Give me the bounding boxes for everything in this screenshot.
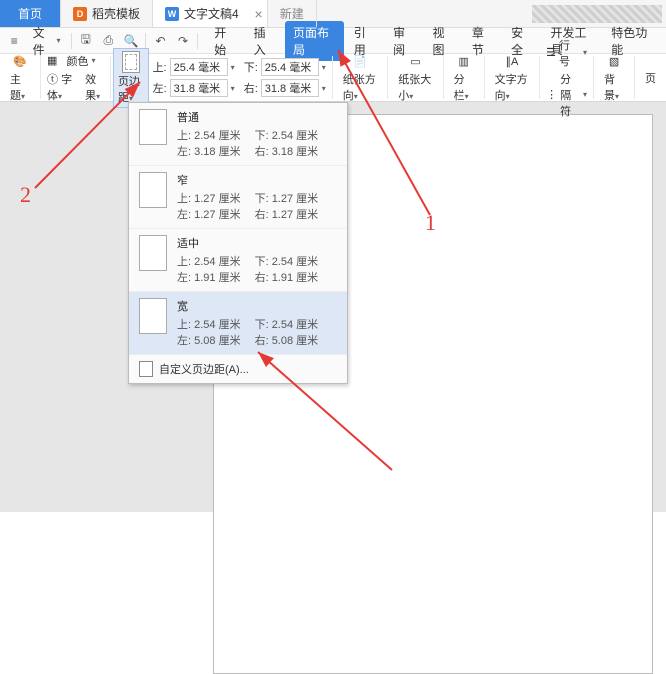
annotation-number-2: 2 bbox=[20, 182, 31, 208]
text-direction-button[interactable]: ∥A文字方向▾ bbox=[491, 50, 533, 105]
orientation-icon: 📄 bbox=[350, 52, 370, 70]
tab-docke[interactable]: D 稻壳模板 bbox=[61, 0, 153, 27]
margin-option-normal[interactable]: 普通 上: 2.54 厘米下: 2.54 厘米 左: 3.18 厘米右: 3.1… bbox=[129, 103, 347, 166]
page-icon bbox=[122, 51, 140, 73]
preset-thumb-icon bbox=[139, 235, 167, 271]
preset-thumb-icon bbox=[139, 172, 167, 208]
margin-top-label: 上: bbox=[153, 59, 167, 75]
margin-bottom-label: 下: bbox=[244, 59, 258, 75]
margin-option-moderate[interactable]: 适中 上: 2.54 厘米下: 2.54 厘米 左: 1.91 厘米右: 1.9… bbox=[129, 229, 347, 292]
paper-size-button[interactable]: ▭纸张大小▾ bbox=[394, 50, 436, 105]
group-textdir: ∥A文字方向▾ bbox=[485, 56, 540, 99]
tab-home[interactable]: 首页 bbox=[0, 0, 61, 27]
preset-thumb-icon bbox=[139, 298, 167, 334]
group-orientation: 📄纸张方向▾ bbox=[333, 56, 388, 99]
margin-option-narrow[interactable]: 窄 上: 1.27 厘米下: 1.27 厘米 左: 1.27 厘米右: 1.27… bbox=[129, 166, 347, 229]
orientation-button[interactable]: 📄纸张方向▾ bbox=[339, 50, 381, 105]
bg-icon: ▧ bbox=[604, 52, 624, 70]
margin-dropdown: 普通 上: 2.54 厘米下: 2.54 厘米 左: 3.18 厘米右: 3.1… bbox=[128, 102, 348, 384]
preset-thumb-icon bbox=[139, 109, 167, 145]
paper-icon: ▭ bbox=[405, 52, 425, 70]
color-swatch-icon: ▦ bbox=[47, 54, 57, 67]
effect-button[interactable]: 效果▾ bbox=[85, 71, 104, 103]
background-button[interactable]: ▧背景▾ bbox=[600, 50, 628, 105]
annotation-number-1: 1 bbox=[425, 210, 436, 236]
group-columns: ▥分栏▾ bbox=[444, 56, 485, 99]
page-setup-icon bbox=[139, 361, 153, 377]
group-margin-values: 上: 25.4 毫米▾ 下: 25.4 毫米▾ 左: 31.8 毫米▾ 右: 3… bbox=[151, 56, 333, 99]
margin-left-label: 左: bbox=[153, 80, 167, 96]
word-icon: W bbox=[165, 7, 179, 21]
margin-bottom-input[interactable]: 25.4 毫米 bbox=[261, 58, 319, 76]
group-theme: 🎨 主题▾ bbox=[0, 56, 41, 99]
palette-icon: 🎨 bbox=[10, 52, 30, 70]
font-button[interactable]: ⓣ 字体▾ bbox=[47, 71, 76, 103]
save-icon[interactable]: 🖫 bbox=[75, 31, 96, 51]
group-margin: 页边距▾ bbox=[111, 56, 151, 99]
group-pg: 页 bbox=[635, 56, 666, 99]
columns-button[interactable]: ▥分栏▾ bbox=[450, 50, 478, 105]
color-button[interactable]: ▦ 颜色▾ bbox=[47, 53, 95, 69]
redo-icon[interactable]: ↷ bbox=[173, 31, 194, 51]
group-lines-breaks: ☰ 行号▾ ⋮ 分隔符▾ bbox=[540, 56, 594, 99]
margin-option-wide[interactable]: 宽 上: 2.54 厘米下: 2.54 厘米 左: 5.08 厘米右: 5.08… bbox=[129, 292, 347, 355]
theme-button[interactable]: 🎨 主题▾ bbox=[6, 50, 34, 105]
margin-right-label: 右: bbox=[244, 80, 258, 96]
page-margin-button[interactable]: 页边距▾ bbox=[113, 48, 149, 108]
margin-top-input[interactable]: 25.4 毫米 bbox=[170, 58, 228, 76]
margin-left-input[interactable]: 31.8 毫米 bbox=[170, 79, 228, 97]
line-number-button[interactable]: ☰ 行号▾ bbox=[546, 37, 587, 69]
app-menu-icon[interactable]: ≡ bbox=[4, 31, 25, 51]
group-bg: ▧背景▾ bbox=[594, 56, 635, 99]
group-theme-opts: ▦ 颜色▾ ⓣ 字体▾ 效果▾ bbox=[41, 56, 111, 99]
margin-right-input[interactable]: 31.8 毫米 bbox=[261, 79, 319, 97]
breaks-button[interactable]: ⋮ 分隔符▾ bbox=[546, 71, 587, 119]
page-button[interactable]: 页 bbox=[641, 68, 660, 88]
file-menu[interactable]: 文件▾ bbox=[27, 31, 67, 51]
docke-icon: D bbox=[73, 7, 87, 21]
textdir-icon: ∥A bbox=[502, 52, 522, 70]
ribbon: 🎨 主题▾ ▦ 颜色▾ ⓣ 字体▾ 效果▾ 页边距▾ 上: 25.4 毫米▾ 下… bbox=[0, 54, 666, 102]
group-size: ▭纸张大小▾ bbox=[388, 56, 443, 99]
close-icon[interactable]: × bbox=[255, 6, 263, 22]
columns-icon: ▥ bbox=[454, 52, 474, 70]
undo-icon[interactable]: ↶ bbox=[150, 31, 171, 51]
tab-document[interactable]: W 文字文稿4 × bbox=[153, 0, 268, 27]
custom-margin-item[interactable]: 自定义页边距(A)... bbox=[129, 355, 347, 383]
tab-new[interactable]: 新建 bbox=[268, 0, 317, 27]
obscured-title bbox=[532, 5, 662, 23]
